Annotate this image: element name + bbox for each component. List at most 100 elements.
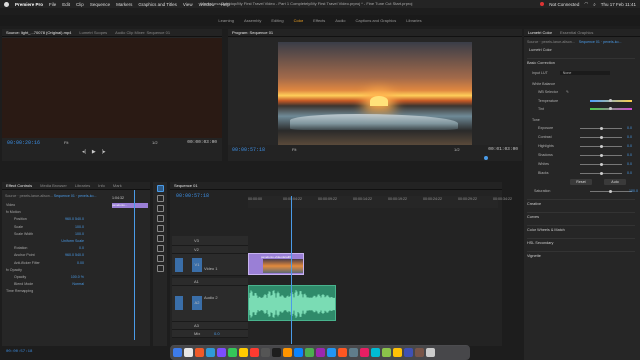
program-title[interactable]: Program: Sequence 01	[232, 30, 273, 35]
dock-app-icon[interactable]	[349, 348, 358, 357]
tab-info[interactable]: Info	[98, 183, 105, 188]
eyedropper-icon[interactable]: ✎	[566, 90, 569, 94]
source-fit-select[interactable]: Fit	[64, 140, 68, 145]
dock-app-icon[interactable]	[426, 348, 435, 357]
fx-row[interactable]: Anchor Point 960.0 540.0	[6, 253, 144, 257]
shadows-slider[interactable]	[580, 153, 622, 157]
a2-source-patch[interactable]	[175, 296, 183, 310]
source-timecode[interactable]: 00:00:20:16	[7, 140, 40, 146]
saturation-knob[interactable]	[609, 189, 612, 193]
tab-fx-libraries[interactable]: Libraries	[75, 183, 90, 188]
contrast-slider[interactable]	[580, 135, 622, 139]
dock-app-icon[interactable]	[327, 348, 336, 357]
tint-slider[interactable]	[590, 107, 632, 110]
fx-bottom-timecode[interactable]: 00:00:57:18	[6, 350, 32, 354]
dock-app-icon[interactable]	[360, 348, 369, 357]
hsl-secondary-section[interactable]: HSL Secondary	[527, 238, 635, 245]
fx-row[interactable]: Time Remapping	[6, 289, 144, 293]
audio-clip[interactable]	[248, 285, 336, 321]
saturation-value[interactable]: 100.0	[629, 189, 638, 193]
type-icon[interactable]	[156, 265, 164, 272]
dock-app-icon[interactable]	[393, 348, 402, 357]
razor-icon[interactable]	[156, 215, 164, 222]
fx-row-value[interactable]: 100.0 %	[71, 275, 84, 279]
dock-app-icon[interactable]	[228, 348, 237, 357]
apple-icon[interactable]	[4, 1, 9, 7]
tab-essential-graphics[interactable]: Essential Graphics	[560, 30, 593, 35]
menu-graphics[interactable]: Graphics and Titles	[138, 2, 177, 7]
dock-app-icon[interactable]	[195, 348, 204, 357]
blacks-knob[interactable]	[599, 171, 603, 175]
source-resolution-select[interactable]: 1/2	[152, 140, 158, 145]
shadows-knob[interactable]	[599, 153, 603, 157]
dock-app-icon[interactable]	[338, 348, 347, 357]
v1-source-patch[interactable]	[175, 258, 183, 272]
dock-app-icon[interactable]	[261, 348, 270, 357]
lumetri-source[interactable]: Source · pexels-larue-alison...	[527, 40, 575, 44]
dock-app-icon[interactable]	[404, 348, 413, 357]
slip-icon[interactable]	[156, 225, 164, 232]
lumetri-sequence-target[interactable]: Sequence 01 · pexels-ko...	[579, 40, 622, 44]
fx-row[interactable]: Video	[6, 203, 144, 207]
app-menu[interactable]: Premiere Pro	[15, 2, 43, 7]
tab-captions[interactable]: Captions and Graphics	[356, 18, 397, 23]
highlights-knob[interactable]	[599, 144, 603, 148]
temperature-slider[interactable]	[590, 99, 632, 102]
fx-row[interactable]: Scale Width 100.0	[6, 232, 144, 236]
program-timecode[interactable]: 00:00:57:18	[232, 147, 265, 153]
tab-assembly[interactable]: Assembly	[244, 18, 261, 23]
pen-icon[interactable]	[156, 235, 164, 242]
tab-lumetri-color[interactable]: Lumetri Color	[528, 30, 552, 35]
tab-markers[interactable]: Mark	[113, 183, 122, 188]
vignette-section[interactable]: Vignette	[527, 251, 635, 258]
ripple-edit-icon[interactable]	[156, 205, 164, 212]
a2-target[interactable]: A2	[192, 296, 202, 310]
menu-view[interactable]: View	[183, 2, 193, 7]
menu-markers[interactable]: Markers	[116, 2, 132, 7]
track-select-icon[interactable]	[156, 195, 164, 202]
auto-button[interactable]: Auto	[604, 179, 626, 185]
dock-app-icon[interactable]	[184, 348, 193, 357]
program-playhead-marker[interactable]	[484, 156, 488, 160]
fx-row-value[interactable]: Uniform Scale	[61, 239, 84, 243]
saturation-slider[interactable]	[590, 189, 632, 193]
basic-correction-header[interactable]: Basic Correction	[527, 58, 635, 65]
tab-lumetri-scopes[interactable]: Lumetri Scopes	[79, 30, 107, 35]
rectangle-icon[interactable]	[156, 245, 164, 252]
exposure-value[interactable]: 0.0	[627, 126, 632, 130]
fx-row[interactable]: Position 960.0 540.0	[6, 217, 144, 221]
tab-effects[interactable]: Effects	[313, 18, 325, 23]
menu-file[interactable]: File	[49, 2, 56, 7]
tab-effect-controls[interactable]: Effect Controls	[6, 183, 32, 188]
curves-section[interactable]: Curves	[527, 212, 635, 219]
creative-section[interactable]: Creative	[527, 199, 635, 206]
highlights-value[interactable]: 0.0	[627, 144, 632, 148]
whites-knob[interactable]	[599, 162, 603, 166]
dock-app-icon[interactable]	[316, 348, 325, 357]
dock-app-icon[interactable]	[272, 348, 281, 357]
fx-row-value[interactable]: 960.0 540.0	[65, 217, 84, 221]
tab-learning[interactable]: Learning	[218, 18, 234, 23]
reset-button[interactable]: Reset	[570, 179, 592, 185]
step-forward-icon[interactable]: |▸	[102, 149, 106, 155]
dock-app-icon[interactable]	[173, 348, 182, 357]
fx-row-value[interactable]: Normal	[72, 282, 84, 286]
menu-sequence[interactable]: Sequence	[90, 2, 110, 7]
fx-row[interactable]: fx Opacity	[6, 268, 144, 272]
dock-app-icon[interactable]	[382, 348, 391, 357]
fx-row[interactable]: Anti-flicker Filter 0.00	[6, 261, 144, 265]
color-wheels-section[interactable]: Color Wheels & Match	[527, 225, 635, 232]
dock-app-icon[interactable]	[371, 348, 380, 357]
source-viewer[interactable]	[2, 38, 222, 138]
mix-value[interactable]: 0.0	[214, 331, 220, 336]
dock-app-icon[interactable]	[294, 348, 303, 357]
dock-app-icon[interactable]	[415, 348, 424, 357]
fx-row-value[interactable]: 0.00	[77, 261, 84, 265]
tab-editing[interactable]: Editing	[271, 18, 283, 23]
tab-libraries[interactable]: Libraries	[406, 18, 421, 23]
clock[interactable]: Thu 17 Feb 11:41	[601, 2, 636, 7]
blacks-slider[interactable]	[580, 171, 622, 175]
whites-value[interactable]: 0.0	[627, 162, 632, 166]
fx-row-value[interactable]: 0.0	[79, 246, 84, 250]
input-lut-select[interactable]: None	[559, 71, 610, 75]
